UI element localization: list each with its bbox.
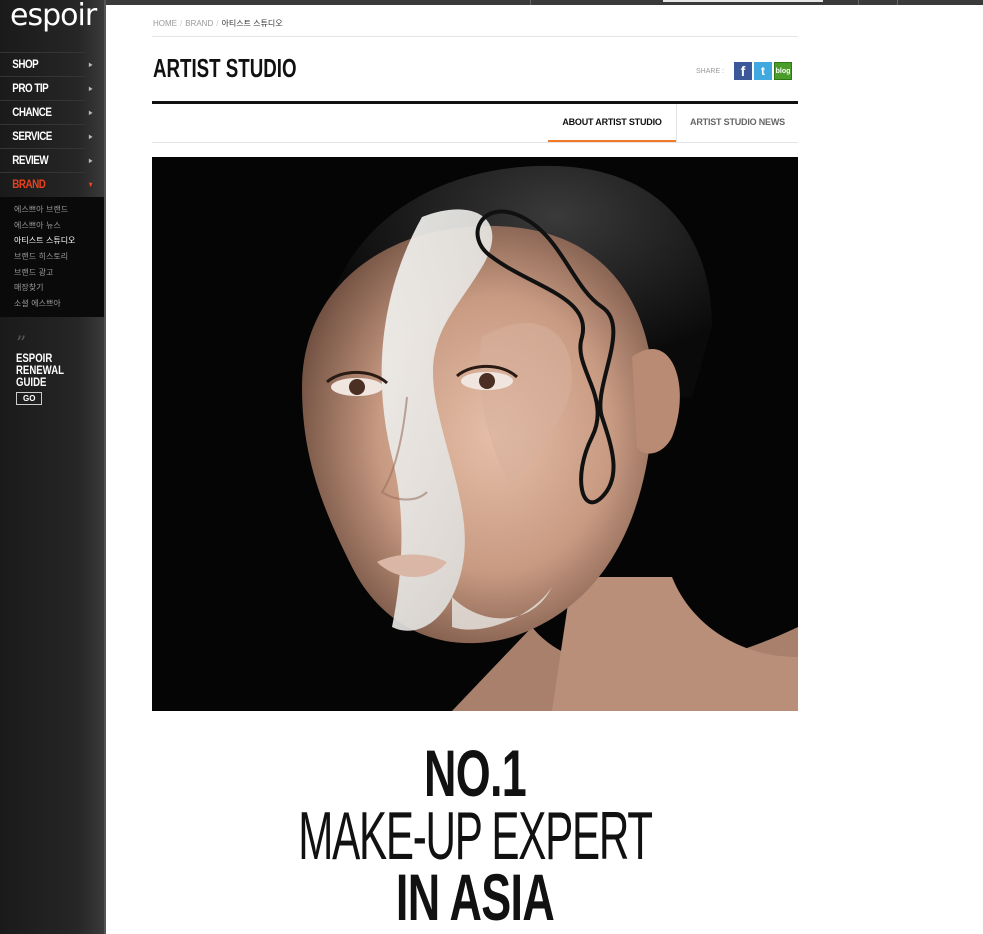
submenu-item-current[interactable]: 아티스트 스튜디오 [0, 233, 104, 249]
breadcrumb: HOME / BRAND / 아티스트 스튜디오 [153, 18, 283, 29]
share-label: SHARE : [696, 67, 725, 75]
breadcrumb-home[interactable]: HOME [153, 19, 177, 28]
renewal-line: GUIDE [16, 375, 47, 389]
submenu-item[interactable]: 브랜드 히스토리 [0, 249, 104, 265]
divider [152, 142, 798, 143]
top-divider [897, 0, 898, 5]
menu-item-brand[interactable]: BRAND ▾ [0, 172, 92, 196]
menu-item-chance[interactable]: CHANCE ▸ [0, 100, 92, 124]
renewal-guide: ” ESPOIR RENEWAL GUIDE GO [16, 331, 76, 406]
headline-line-3: IN ASIA [395, 860, 555, 934]
tab-bar: ABOUT ARTIST STUDIO ARTIST STUDIO NEWS [548, 104, 798, 142]
menu-item-label: SERVICE [12, 129, 52, 143]
menu-item-label: SHOP [12, 57, 39, 71]
chevron-down-icon: ▾ [89, 180, 92, 189]
logo[interactable]: espoir [10, 0, 97, 33]
headline-line-1: NO.1 [423, 736, 527, 810]
breadcrumb-separator: / [216, 19, 219, 28]
chevron-right-icon: ▸ [89, 84, 92, 93]
renewal-go-button[interactable]: GO [16, 392, 43, 405]
share-bar: SHARE : f t blog [696, 62, 793, 80]
top-bar [0, 0, 983, 5]
blog-share-button[interactable]: blog [774, 62, 793, 80]
menu-item-review[interactable]: REVIEW ▸ [0, 148, 92, 172]
quote-mark-icon: ” [16, 331, 27, 355]
page-title: ARTIST STUDIO [153, 53, 297, 83]
blog-icon: blog [775, 67, 791, 75]
submenu-item[interactable]: 소셜 에스쁘아 [0, 296, 104, 312]
divider [152, 36, 798, 37]
menu-item-label: BRAND [12, 177, 46, 191]
chevron-right-icon: ▸ [89, 132, 92, 141]
chevron-right-icon: ▸ [89, 108, 92, 117]
top-divider [858, 0, 859, 5]
menu-item-shop[interactable]: SHOP ▸ [0, 52, 92, 76]
menu-item-label: CHANCE [12, 105, 52, 119]
facebook-share-button[interactable]: f [734, 62, 753, 80]
hero-portrait [152, 157, 798, 711]
twitter-icon: t [761, 64, 766, 78]
top-divider [530, 0, 531, 5]
chevron-right-icon: ▸ [89, 60, 92, 69]
menu-item-label: REVIEW [12, 153, 49, 167]
main-menu: SHOP ▸ PRO TIP ▸ CHANCE ▸ SERVICE ▸ REVIEW ▸ … [0, 52, 104, 196]
tab-artist-studio-news[interactable]: ARTIST STUDIO NEWS [676, 104, 798, 142]
headline: NO.1 MAKE-UP EXPERT IN ASIA [152, 736, 798, 934]
brand-submenu: 에스쁘아 브랜드 에스쁘아 뉴스 아티스트 스튜디오 브랜드 히스토리 브랜드 … [0, 197, 104, 317]
menu-item-service[interactable]: SERVICE ▸ [0, 124, 92, 148]
submenu-item[interactable]: 브랜드 광고 [0, 265, 104, 281]
submenu-item[interactable]: 매장찾기 [0, 280, 104, 296]
submenu-item[interactable]: 에스쁘아 브랜드 [0, 202, 104, 218]
breadcrumb-separator: / [180, 19, 183, 28]
hero-image [152, 157, 798, 711]
twitter-share-button[interactable]: t [754, 62, 773, 80]
chevron-right-icon: ▸ [89, 156, 92, 165]
facebook-icon: f [740, 63, 746, 79]
breadcrumb-brand[interactable]: BRAND [185, 19, 213, 28]
tab-about-artist-studio[interactable]: ABOUT ARTIST STUDIO [548, 104, 676, 142]
top-search-field[interactable] [663, 0, 823, 2]
sidebar: espoir SHOP ▸ PRO TIP ▸ CHANCE ▸ SERVICE ▸ R… [0, 0, 106, 934]
menu-item-pro-tip[interactable]: PRO TIP ▸ [0, 76, 92, 100]
headline-line-2: MAKE-UP EXPERT [298, 798, 653, 874]
submenu-item[interactable]: 에스쁘아 뉴스 [0, 218, 104, 234]
breadcrumb-current: 아티스트 스튜디오 [221, 19, 283, 28]
menu-item-label: PRO TIP [12, 81, 49, 95]
